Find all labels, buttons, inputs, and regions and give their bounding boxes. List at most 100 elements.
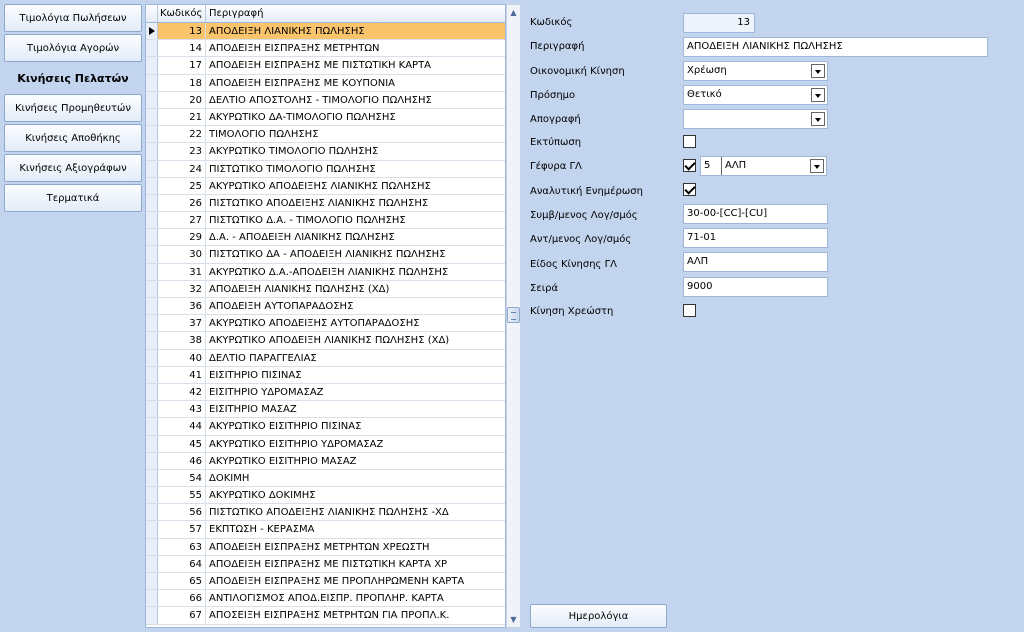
table-row[interactable]: 25 ΑΚΥΡΩΤΙΚΟ ΑΠΟΔΕΙΞΗΣ ΛΙΑΝΙΚΗΣ ΠΩΛΗΣΗΣ	[146, 177, 505, 195]
gl-bridge-select[interactable]: 5 ΑΛΠ	[700, 156, 827, 176]
row-selector[interactable]	[146, 91, 158, 108]
row-selector[interactable]	[146, 126, 158, 143]
row-selector[interactable]	[146, 246, 158, 263]
table-row[interactable]: 21 ΑΚΥΡΩΤΙΚΟ ΔΑ-ΤΙΜΟΛΟΓΙΟ ΠΩΛΗΣΗΣ	[146, 108, 505, 127]
row-selector[interactable]	[146, 23, 158, 40]
column-header-code[interactable]: Κωδικός	[158, 5, 206, 22]
table-row[interactable]: 37 ΑΚΥΡΩΤΙΚΟ ΑΠΟΔΕΙΞΗΣ ΑΥΤΟΠΑΡΑΔΟΣΗΣ	[146, 315, 505, 333]
table-row[interactable]: 13 ΑΠΟΔΕΙΞΗ ΛΙΑΝΙΚΗΣ ΠΩΛΗΣΗΣ	[146, 23, 505, 41]
nav-purchase-invoices[interactable]: Τιμολόγια Αγορών	[4, 34, 142, 62]
row-selector[interactable]	[146, 435, 158, 452]
row-selector[interactable]	[146, 74, 158, 91]
chevron-down-icon[interactable]	[810, 159, 824, 173]
table-row[interactable]: 36 ΑΠΟΔΕΙΞΗ ΑΥΤΟΠΑΡΑΔΟΣΗΣ	[146, 298, 505, 316]
row-selector[interactable]	[146, 418, 158, 435]
table-row[interactable]: 29 Δ.Α. - ΑΠΟΔΕΙΞΗ ΛΙΑΝΙΚΗΣ ΠΩΛΗΣΗΣ	[146, 229, 505, 247]
table-row[interactable]: 67 ΑΠΟΣΕΙΞΗ ΕΙΣΠΡΑΞΗΣ ΜΕΤΡΗΤΩΝ ΓΙΑ ΠΡΟΠΛ.…	[146, 607, 505, 625]
table-row[interactable]: 14 ΑΠΟΔΕΙΞΗ ΕΙΣΠΡΑΞΗΣ ΜΕΤΡΗΤΩΝ	[146, 40, 505, 58]
gl-movement-type-field[interactable]: ΑΛΠ	[683, 252, 828, 272]
print-checkbox[interactable]	[683, 135, 696, 148]
economic-movement-select[interactable]: Χρέωση	[683, 61, 828, 81]
table-row[interactable]: 44 ΑΚΥΡΩΤΙΚΟ ΕΙΣΙΤΗΡΙΟ ΠΙΣΙΝΑΣ	[146, 418, 505, 436]
table-row[interactable]: 40 ΔΕΛΤΙΟ ΠΑΡΑΓΓΕΛΙΑΣ	[146, 349, 505, 367]
inventory-select[interactable]	[683, 109, 828, 129]
table-row[interactable]: 20 ΔΕΛΤΙΟ ΑΠΟΣΤΟΛΗΣ - ΤΙΜΟΛΟΓΙΟ ΠΩΛΗΣΗΣ	[146, 91, 505, 109]
table-row[interactable]: 32 ΑΠΟΔΕΙΞΗ ΛΙΑΝΙΚΗΣ ΠΩΛΗΣΗΣ (ΧΔ)	[146, 280, 505, 298]
table-row[interactable]: 43 ΕΙΣΙΤΗΡΙΟ ΜΑΣΑΖ	[146, 401, 505, 419]
nav-terminals[interactable]: Τερματικά	[4, 184, 142, 212]
row-selector[interactable]	[146, 487, 158, 504]
nav-supplier-transactions[interactable]: Κινήσεις Προμηθευτών	[4, 94, 142, 122]
table-row[interactable]: 38 ΑΚΥΡΩΤΙΚΟ ΑΠΟΔΕΙΞΗ ΛΙΑΝΙΚΗΣ ΠΩΛΗΣΗΣ (Χ…	[146, 332, 505, 350]
row-selector[interactable]	[146, 469, 158, 487]
chevron-down-icon[interactable]	[811, 112, 825, 126]
row-selector[interactable]	[146, 315, 158, 332]
row-selector[interactable]	[146, 590, 158, 607]
row-selector[interactable]	[146, 194, 158, 212]
nav-warehouse-transactions[interactable]: Κινήσεις Αποθήκης	[4, 124, 142, 152]
row-selector[interactable]	[146, 108, 158, 126]
table-row[interactable]: 57 ΕΚΠΤΩΣΗ - ΚΕΡΑΣΜΑ	[146, 521, 505, 539]
row-selector[interactable]	[146, 263, 158, 280]
table-row[interactable]: 54 ΔΟΚΙΜΗ	[146, 469, 505, 488]
description-field[interactable]: ΑΠΟΔΕΙΞΗ ΛΙΑΝΙΚΗΣ ΠΩΛΗΣΗΣ	[683, 37, 988, 57]
table-row[interactable]: 17 ΑΠΟΔΕΙΞΗ ΕΙΣΠΡΑΞΗΣ ΜΕ ΠΙΣΤΩΤΙΚΗ ΚΑΡΤΑ	[146, 57, 505, 75]
debtor-movement-checkbox[interactable]	[683, 304, 696, 317]
table-row[interactable]: 26 ΠΙΣΤΩΤΙΚΟ ΑΠΟΔΕΙΞΗΣ ΛΙΑΝΙΚΗΣ ΠΩΛΗΣΗΣ	[146, 194, 505, 213]
row-selector[interactable]	[146, 555, 158, 572]
row-selector[interactable]	[146, 366, 158, 383]
row-selector[interactable]	[146, 349, 158, 366]
row-selector[interactable]	[146, 143, 158, 160]
analytic-update-checkbox[interactable]	[683, 183, 696, 196]
row-selector[interactable]	[146, 280, 158, 297]
row-selector[interactable]	[146, 229, 158, 246]
scroll-down-arrow-icon[interactable]: ▼	[507, 612, 520, 627]
row-selector[interactable]	[146, 504, 158, 521]
counter-account-field[interactable]: 71-01	[683, 228, 828, 248]
table-row[interactable]: 42 ΕΙΣΙΤΗΡΙΟ ΥΔΡΟΜΑΣΑΖ	[146, 383, 505, 402]
scrollbar-thumb[interactable]	[507, 307, 520, 323]
nav-securities-transactions[interactable]: Κινήσεις Αξιογράφων	[4, 154, 142, 182]
row-selector[interactable]	[146, 521, 158, 538]
row-selector[interactable]	[146, 177, 158, 194]
table-row[interactable]: 41 ΕΙΣΙΤΗΡΙΟ ΠΙΣΙΝΑΣ	[146, 366, 505, 384]
row-selector[interactable]	[146, 452, 158, 469]
code-field[interactable]: 13	[683, 13, 755, 33]
table-row[interactable]: 24 ΠΙΣΤΩΤΙΚΟ ΤΙΜΟΛΟΓΙΟ ΠΩΛΗΣΗΣ	[146, 160, 505, 178]
table-row[interactable]: 64 ΑΠΟΔΕΙΞΗ ΕΙΣΠΡΑΞΗΣ ΜΕ ΠΙΣΤΩΤΙΚΗ ΚΑΡΤΑ …	[146, 555, 505, 573]
row-selector[interactable]	[146, 40, 158, 57]
table-row[interactable]: 30 ΠΙΣΤΩΤΙΚΟ ΔΑ - ΑΠΟΔΕΙΞΗ ΛΙΑΝΙΚΗΣ ΠΩΛΗΣ…	[146, 246, 505, 264]
table-row[interactable]: 31 ΑΚΥΡΩΤΙΚΟ Δ.Α.-ΑΠΟΔΕΙΞΗ ΛΙΑΝΙΚΗΣ ΠΩΛΗΣ…	[146, 263, 505, 281]
row-selector[interactable]	[146, 298, 158, 315]
table-row[interactable]: 66 ΑΝΤΙΛΟΓΙΣΜΟΣ ΑΠΟΔ.ΕΙΣΠΡ. ΠΡΟΠΛΗΡ. ΚΑΡΤ…	[146, 590, 505, 608]
row-selector[interactable]	[146, 57, 158, 74]
series-field[interactable]: 9000	[683, 277, 828, 297]
sign-select[interactable]: Θετικό	[683, 85, 828, 105]
nav-customer-transactions[interactable]: Κινήσεις Πελατών	[4, 64, 142, 92]
table-row[interactable]: 55 ΑΚΥΡΩΤΙΚΟ ΔΟΚΙΜΗΣ	[146, 487, 505, 505]
table-row[interactable]: 56 ΠΙΣΤΩΤΙΚΟ ΑΠΟΔΕΙΞΗΣ ΛΙΑΝΙΚΗΣ ΠΩΛΗΣΗΣ -…	[146, 504, 505, 522]
table-row[interactable]: 63 ΑΠΟΔΕΙΞΗ ΕΙΣΠΡΑΞΗΣ ΜΕΤΡΗΤΩΝ ΧΡΕΩΣΤΗ	[146, 538, 505, 556]
chevron-down-icon[interactable]	[811, 64, 825, 78]
chevron-down-icon[interactable]	[811, 88, 825, 102]
row-selector[interactable]	[146, 332, 158, 349]
associated-account-field[interactable]: 30-00-[CC]-[CU]	[683, 204, 828, 224]
calendars-button[interactable]: Ημερολόγια	[530, 604, 667, 628]
row-selector[interactable]	[146, 212, 158, 229]
table-row[interactable]: 45 ΑΚΥΡΩΤΙΚΟ ΕΙΣΙΤΗΡΙΟ ΥΔΡΟΜΑΣΑΖ	[146, 435, 505, 453]
table-row[interactable]: 18 ΑΠΟΔΕΙΞΗ ΕΙΣΠΡΑΞΗΣ ΜΕ ΚΟΥΠΟΝΙΑ	[146, 74, 505, 92]
row-selector[interactable]	[146, 383, 158, 401]
table-row[interactable]: 46 ΑΚΥΡΩΤΙΚΟ ΕΙΣΙΤΗΡΙΟ ΜΑΣΑΖ	[146, 452, 505, 470]
table-row[interactable]: 23 ΑΚΥΡΩΤΙΚΟ ΤΙΜΟΛΟΓΙΟ ΠΩΛΗΣΗΣ	[146, 143, 505, 161]
table-row[interactable]: 22 ΤΙΜΟΛΟΓΙΟ ΠΩΛΗΣΗΣ	[146, 126, 505, 144]
table-row[interactable]: 65 ΑΠΟΔΕΙΞΗ ΕΙΣΠΡΑΞΗΣ ΜΕ ΠΡΟΠΛΗΡΩΜΕΝΗ ΚΑΡ…	[146, 573, 505, 591]
scroll-up-arrow-icon[interactable]: ▲	[507, 5, 520, 20]
row-selector[interactable]	[146, 607, 158, 624]
column-header-description[interactable]: Περιγραφή	[206, 5, 505, 22]
row-selector[interactable]	[146, 573, 158, 590]
row-selector[interactable]	[146, 538, 158, 555]
gl-bridge-checkbox[interactable]	[683, 159, 696, 172]
row-selector[interactable]	[146, 401, 158, 418]
grid-scrollbar[interactable]: ▲ ▼	[506, 4, 521, 628]
row-selector[interactable]	[146, 160, 158, 177]
